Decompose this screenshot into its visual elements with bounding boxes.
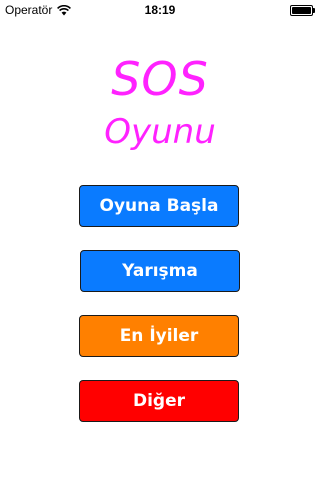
high-scores-button[interactable]: En İyiler (79, 315, 239, 357)
status-bar: Operatör 18:19 (0, 0, 320, 20)
app-title: SOS (111, 52, 209, 106)
start-game-button[interactable]: Oyuna Başla (79, 185, 239, 227)
battery-icon (290, 5, 315, 16)
app-subtitle: Oyunu (104, 112, 216, 152)
competition-button[interactable]: Yarışma (80, 250, 240, 292)
other-button[interactable]: Diğer (79, 380, 239, 422)
status-time: 18:19 (144, 3, 176, 17)
